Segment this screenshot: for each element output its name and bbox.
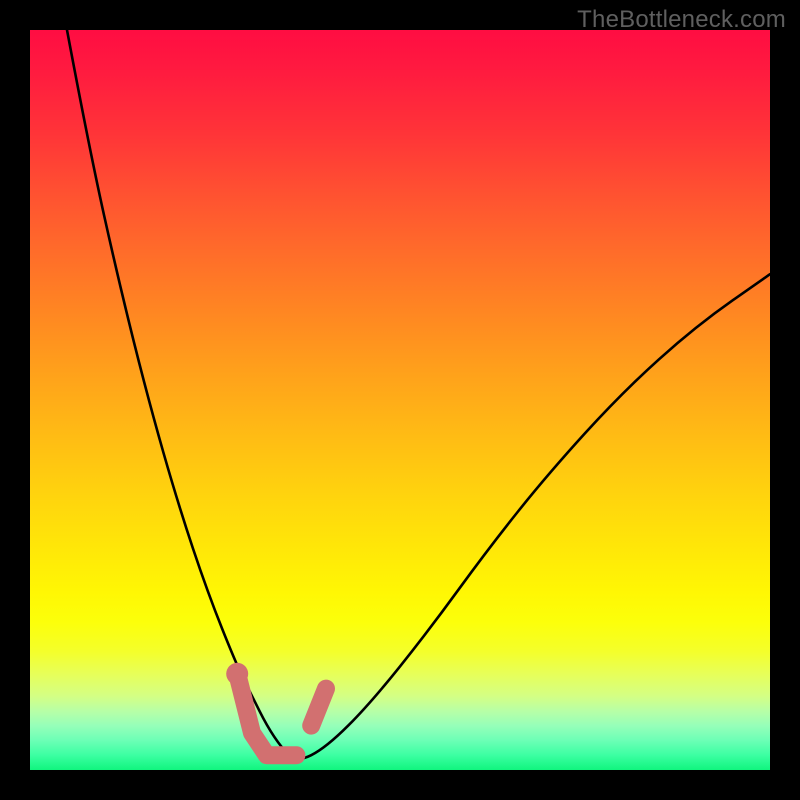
watermark-text: TheBottleneck.com (577, 6, 786, 34)
marker-L (237, 674, 296, 755)
chart-container: TheBottleneck.com (0, 0, 800, 800)
marker-dash (311, 689, 326, 726)
plot-area (30, 30, 770, 770)
bottleneck-curve (67, 30, 770, 759)
curve-svg (30, 30, 770, 770)
marker-L-dot (226, 663, 248, 685)
